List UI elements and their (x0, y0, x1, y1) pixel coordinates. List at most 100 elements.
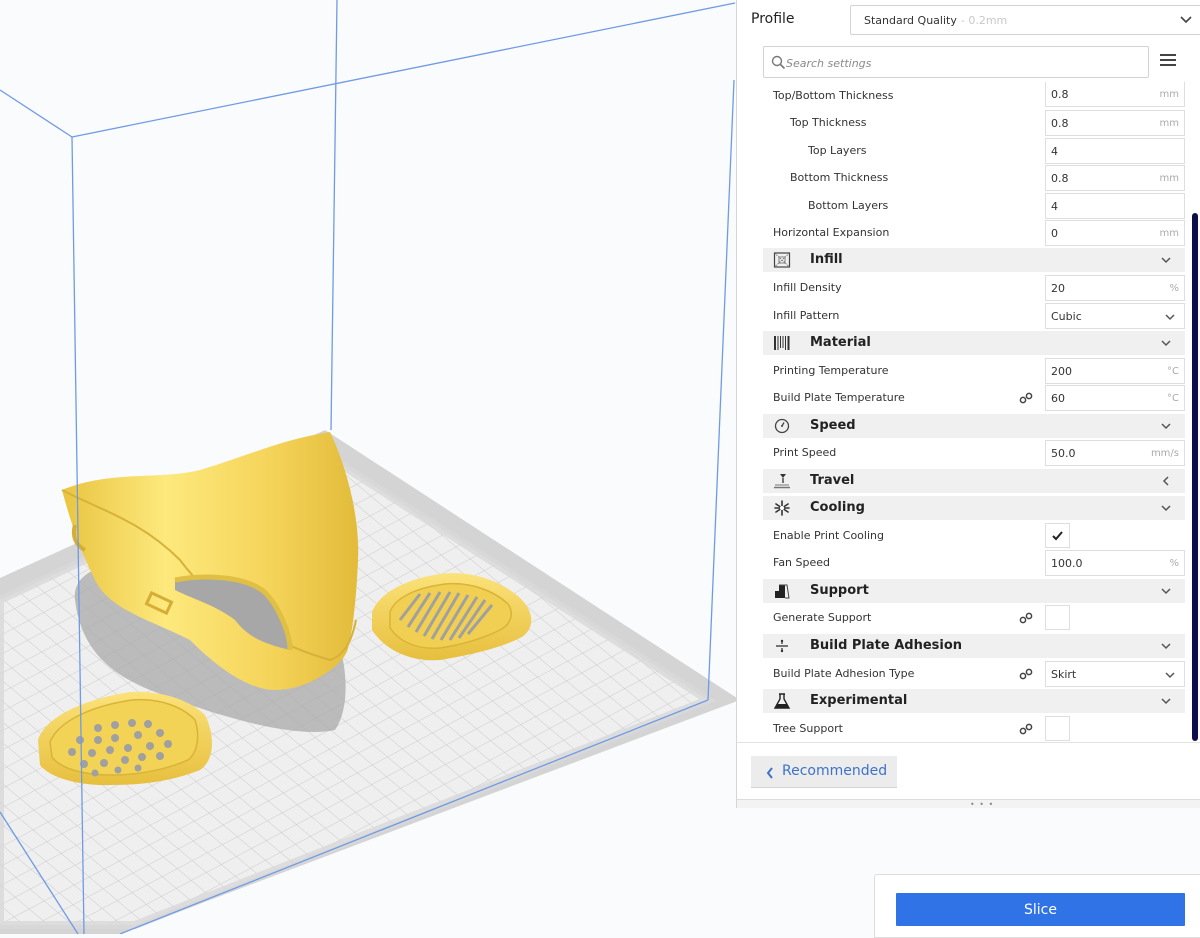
infill-icon (773, 252, 791, 268)
category-infill[interactable]: Infill (763, 248, 1185, 272)
profile-dropdown[interactable]: Standard Quality - 0.2mm (850, 5, 1200, 35)
setting-label: Generate Support (773, 611, 872, 624)
support-icon (775, 584, 790, 599)
setting-build-plate-temperature: Build Plate Temperature 60 °C (763, 384, 1185, 411)
unit-label: mm (1159, 173, 1179, 184)
setting-generate-support: Generate Support (763, 604, 1185, 631)
field-value: 0.8 (1051, 117, 1069, 130)
fan-speed-input[interactable]: 100.0% (1045, 550, 1185, 576)
tree-support-checkbox[interactable] (1045, 716, 1070, 741)
hamburger-icon-line (1160, 59, 1176, 61)
category-title: Build Plate Adhesion (810, 638, 963, 653)
bottom-layers-input[interactable]: 4 (1045, 193, 1185, 219)
chevron-down-icon (1161, 257, 1171, 264)
slice-button[interactable]: Slice (896, 893, 1185, 926)
setting-label: Fan Speed (773, 556, 831, 569)
category-travel[interactable]: Travel (763, 469, 1185, 493)
unit-label: mm (1159, 118, 1179, 129)
printing-temperature-input[interactable]: 200 °C (1045, 358, 1185, 384)
adhesion-type-dropdown[interactable]: Skirt (1045, 661, 1185, 687)
unit-label: mm (1159, 228, 1179, 239)
chevron-down-icon (1180, 16, 1192, 24)
field-value: 20 (1051, 282, 1065, 295)
setting-label: Print Speed (773, 446, 837, 459)
grip-dots-icon: • • • (970, 800, 995, 809)
unit-label: mm (1159, 89, 1179, 100)
recommended-label: Recommended (782, 763, 888, 779)
category-support[interactable]: Support (763, 579, 1185, 603)
linked-setting-icon[interactable] (1019, 392, 1033, 404)
search-settings-field[interactable] (763, 46, 1149, 78)
setting-print-speed: Print Speed 50.0 mm/s (763, 439, 1185, 466)
chevron-left-icon (766, 767, 773, 779)
chevron-down-icon (1161, 588, 1171, 595)
category-build-plate-adhesion[interactable]: Build Plate Adhesion (763, 634, 1185, 658)
build-plate-temperature-input[interactable]: 60 °C (1045, 385, 1185, 411)
setting-tree-support: Tree Support (763, 715, 1185, 742)
linked-setting-icon[interactable] (1019, 668, 1033, 680)
top-bottom-thickness-input[interactable]: 0.8 mm (1045, 82, 1185, 107)
search-input[interactable] (786, 53, 1136, 73)
setting-top-layers: Top Layers 4 (763, 137, 1185, 164)
setting-label: Build Plate Adhesion Type (773, 667, 915, 680)
setting-printing-temperature: Printing Temperature 200 °C (763, 357, 1185, 384)
category-speed[interactable]: Speed (763, 414, 1185, 438)
setting-infill-pattern: Infill Pattern Cubic (763, 302, 1185, 329)
setting-bottom-thickness: Bottom Thickness 0.8 mm (763, 164, 1185, 191)
category-title: Cooling (810, 500, 865, 515)
setting-build-plate-adhesion-type: Build Plate Adhesion Type Skirt (763, 660, 1185, 687)
infill-pattern-dropdown[interactable]: Cubic (1045, 303, 1185, 329)
linked-setting-icon[interactable] (1019, 723, 1033, 735)
setting-label: Infill Density (773, 281, 842, 294)
chevron-down-icon (1161, 643, 1171, 650)
setting-label: Bottom Thickness (790, 171, 889, 184)
linked-setting-icon[interactable] (1019, 612, 1033, 624)
top-layers-input[interactable]: 4 (1045, 138, 1185, 164)
field-value: 0 (1051, 227, 1058, 240)
category-cooling[interactable]: Cooling (763, 496, 1185, 520)
material-icon (774, 336, 790, 350)
unit-label: °C (1167, 393, 1179, 404)
setting-label: Tree Support (773, 722, 843, 735)
generate-support-checkbox[interactable] (1045, 605, 1070, 630)
horizontal-expansion-input[interactable]: 0 mm (1045, 220, 1185, 246)
print-speed-input[interactable]: 50.0 mm/s (1045, 440, 1185, 466)
recommended-mode-button[interactable]: Recommended (751, 756, 897, 788)
top-thickness-input[interactable]: 0.8 mm (1045, 110, 1185, 136)
setting-top-bottom-thickness: Top/Bottom Thickness 0.8 mm (763, 82, 1185, 109)
category-title: Experimental (810, 693, 908, 708)
setting-fan-speed: Fan Speed 100.0% (763, 549, 1185, 576)
setting-label: Top/Bottom Thickness (773, 89, 894, 102)
field-value: 60 (1051, 392, 1065, 405)
setting-bottom-layers: Bottom Layers 4 (763, 192, 1185, 219)
fan-icon (774, 500, 790, 516)
field-value: 4 (1051, 200, 1058, 213)
field-value: Skirt (1051, 668, 1077, 681)
chevron-down-icon (1165, 314, 1175, 321)
category-material[interactable]: Material (763, 331, 1185, 355)
field-value: 100.0 (1051, 557, 1083, 570)
field-value: 0.8 (1051, 172, 1069, 185)
field-value: 0.8 (1051, 88, 1069, 101)
unit-label: mm/s (1150, 448, 1179, 459)
infill-density-input[interactable]: 20% (1045, 275, 1185, 301)
bottom-thickness-input[interactable]: 0.8 mm (1045, 165, 1185, 191)
setting-label: Top Layers (808, 144, 867, 157)
settings-scrollbar[interactable] (1192, 213, 1198, 741)
print-settings-panel: Profile Standard Quality- 0.2mm Top/Bott… (736, 0, 1200, 809)
hamburger-icon (1160, 54, 1176, 56)
hamburger-icon-line (1160, 64, 1176, 66)
settings-visibility-menu-button[interactable] (1160, 54, 1176, 68)
field-value: 200 (1051, 365, 1072, 378)
setting-label: Build Plate Temperature (773, 391, 905, 404)
field-value: Cubic (1051, 310, 1082, 323)
panel-resize-handle[interactable]: • • • (737, 799, 1200, 809)
category-experimental[interactable]: Experimental (763, 689, 1185, 713)
profile-value: Standard Quality (864, 14, 957, 27)
setting-label: Infill Pattern (773, 309, 840, 322)
chevron-left-icon (1162, 476, 1169, 486)
enable-print-cooling-checkbox[interactable] (1045, 523, 1070, 548)
speed-gauge-icon (774, 418, 790, 434)
category-title: Support (810, 583, 869, 598)
flask-icon (773, 693, 791, 709)
